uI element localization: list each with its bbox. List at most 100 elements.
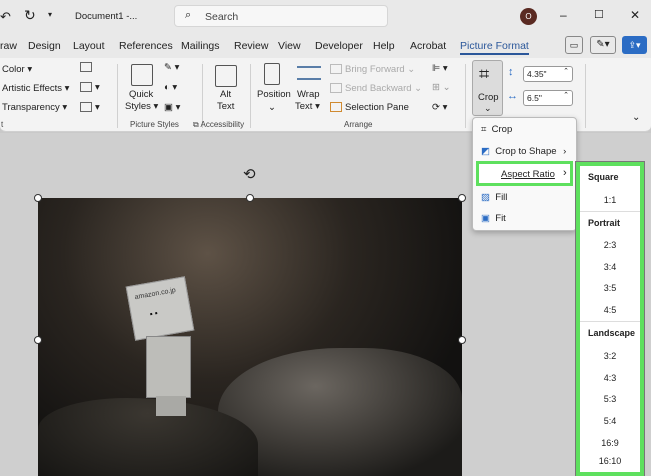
picture-layout-icon[interactable]: ▣ ▾: [164, 102, 180, 113]
chevron-right-icon: ›: [563, 167, 567, 179]
crop-label: Crop: [478, 92, 499, 103]
align-icon[interactable]: ⊫ ▾: [432, 63, 448, 74]
tab-developer[interactable]: Developer: [315, 40, 363, 52]
ratio-16-10[interactable]: 16:10: [580, 456, 640, 466]
portrait-header: Portrait: [588, 218, 621, 228]
tab-acrobat[interactable]: Acrobat: [410, 40, 446, 52]
adjust-group-label: t: [1, 120, 4, 129]
arrange-group-label: Arrange: [344, 120, 373, 129]
crop-icon: ⌗: [479, 64, 490, 84]
transparency-button[interactable]: Transparency ▾: [2, 102, 67, 113]
menu-item-fill[interactable]: ▨ Fill: [481, 192, 507, 203]
position-icon: [264, 63, 280, 85]
wrap-text-button-label[interactable]: Text ▾: [295, 101, 320, 112]
ratio-16-9[interactable]: 16:9: [580, 438, 640, 448]
redo-icon[interactable]: ↻: [24, 7, 36, 24]
customize-icon[interactable]: ▾: [48, 10, 52, 19]
quick-styles-button[interactable]: Quick: [129, 89, 153, 100]
minimize-button[interactable]: –: [560, 8, 567, 22]
menu-item-fit[interactable]: ▣ Fit: [481, 213, 506, 224]
tab-help[interactable]: Help: [373, 40, 395, 52]
compress-pictures-icon[interactable]: [80, 62, 95, 73]
robot-body: [146, 336, 191, 398]
ratio-4-5[interactable]: 4:5: [580, 305, 640, 315]
box-text: amazon.co.jp: [134, 287, 177, 302]
picture-border-icon[interactable]: ✎ ▾: [164, 62, 179, 73]
tab-picture-format[interactable]: Picture Format: [460, 40, 529, 55]
tab-references[interactable]: References: [119, 40, 173, 52]
aspect-ratio-label: Aspect Ratio: [501, 169, 555, 180]
undo-icon[interactable]: ↶: [0, 9, 11, 25]
rotate-icon[interactable]: ⟳ ▾: [432, 102, 447, 113]
alt-text-button[interactable]: Alt: [220, 89, 231, 100]
avatar[interactable]: O: [520, 8, 537, 25]
ratio-5-4[interactable]: 5:4: [580, 416, 640, 426]
menu-item-aspect-ratio[interactable]: Aspect Ratio ›: [476, 161, 573, 186]
comments-icon[interactable]: ▭: [565, 36, 583, 54]
menu-item-crop[interactable]: ⌗ Crop: [481, 124, 512, 135]
shape-width-icon: ↔: [507, 90, 518, 102]
title-bar: ↶ ↻ ▾ Document1 -... ⌕ Search O – ☐ ✕: [0, 0, 651, 33]
alt-text-button-label[interactable]: Text: [217, 101, 234, 112]
share-icon[interactable]: ⇪▾: [622, 36, 647, 54]
position-chevron-icon: ⌄: [268, 102, 276, 113]
picture-effects-icon[interactable]: ◐ ▾: [164, 82, 177, 93]
maximize-button[interactable]: ☐: [594, 8, 604, 21]
robot-face: ▪ ▪: [149, 308, 159, 319]
quick-styles-button-label[interactable]: Styles ▾: [125, 101, 158, 112]
shape-height-input[interactable]: 4.35" ⌃: [523, 66, 573, 82]
accessibility-group-label: ⧉ Accessibility: [193, 120, 245, 129]
close-button[interactable]: ✕: [630, 8, 640, 22]
artistic-effects-button[interactable]: Artistic Effects ▾: [2, 83, 69, 94]
change-picture-icon[interactable]: ▾: [80, 82, 100, 93]
selection-pane-button[interactable]: Selection Pane: [330, 102, 409, 113]
search-input[interactable]: Search: [205, 11, 238, 23]
shape-icon: ◩: [481, 146, 490, 157]
shape-width-input[interactable]: 6.5" ⌃: [523, 90, 573, 106]
square-header: Square: [588, 172, 619, 182]
aspect-ratio-submenu: Square 1:1 Portrait 2:3 3:4 3:5 4:5 Land…: [576, 162, 644, 476]
wrap-text-button[interactable]: Wrap: [297, 89, 320, 100]
landscape-header: Landscape: [588, 328, 636, 338]
crop-menu: ⌗ Crop ◩ Crop to Shape › Aspect Ratio › …: [472, 117, 577, 231]
search-icon: ⌕: [185, 9, 192, 21]
crop-button[interactable]: ⌗ Crop ⌄: [472, 60, 503, 116]
send-backward-button[interactable]: Send Backward ⌄: [330, 83, 422, 94]
ratio-3-2[interactable]: 3:2: [580, 351, 640, 361]
robot-legs: [156, 396, 186, 416]
fit-icon: ▣: [481, 213, 490, 224]
tab-design[interactable]: Design: [28, 40, 61, 52]
resize-handle[interactable]: [246, 194, 254, 202]
ratio-2-3[interactable]: 2:3: [580, 240, 640, 250]
robot-head: amazon.co.jp ▪ ▪: [125, 276, 195, 341]
alt-text-icon: [215, 65, 237, 87]
resize-handle[interactable]: [458, 336, 466, 344]
ratio-3-4[interactable]: 3:4: [580, 262, 640, 272]
shape-height-icon: ↕: [508, 66, 514, 78]
resize-handle[interactable]: [458, 194, 466, 202]
document-title: Document1 -...: [75, 11, 138, 22]
reset-picture-icon[interactable]: ▾: [80, 102, 100, 113]
editing-pen-icon[interactable]: ✎▾: [590, 36, 616, 54]
group-icon[interactable]: ⊞ ⌄: [432, 82, 451, 93]
ratio-1-1[interactable]: 1:1: [580, 195, 640, 205]
tab-mailings[interactable]: Mailings: [181, 40, 220, 52]
resize-handle[interactable]: [34, 194, 42, 202]
ratio-4-3[interactable]: 4:3: [580, 373, 640, 383]
ratio-5-3[interactable]: 5:3: [580, 394, 640, 404]
resize-handle[interactable]: [34, 336, 42, 344]
menu-item-crop-to-shape[interactable]: ◩ Crop to Shape ›: [481, 146, 566, 157]
search-box[interactable]: ⌕ Search: [174, 5, 388, 27]
tab-review[interactable]: Review: [234, 40, 268, 52]
tab-draw[interactable]: raw: [0, 40, 17, 52]
color-button[interactable]: Color ▾: [2, 64, 32, 75]
tab-layout[interactable]: Layout: [73, 40, 105, 52]
ratio-3-5[interactable]: 3:5: [580, 283, 640, 293]
bring-forward-button[interactable]: Bring Forward ⌄: [330, 64, 415, 75]
position-button[interactable]: Position: [257, 89, 291, 100]
collapse-ribbon-icon[interactable]: ⌄: [632, 112, 640, 123]
selected-picture[interactable]: amazon.co.jp ▪ ▪: [38, 198, 462, 476]
rotate-handle-icon[interactable]: ⟲: [243, 165, 256, 183]
tab-view[interactable]: View: [278, 40, 301, 52]
crop-icon: ⌗: [481, 124, 487, 135]
